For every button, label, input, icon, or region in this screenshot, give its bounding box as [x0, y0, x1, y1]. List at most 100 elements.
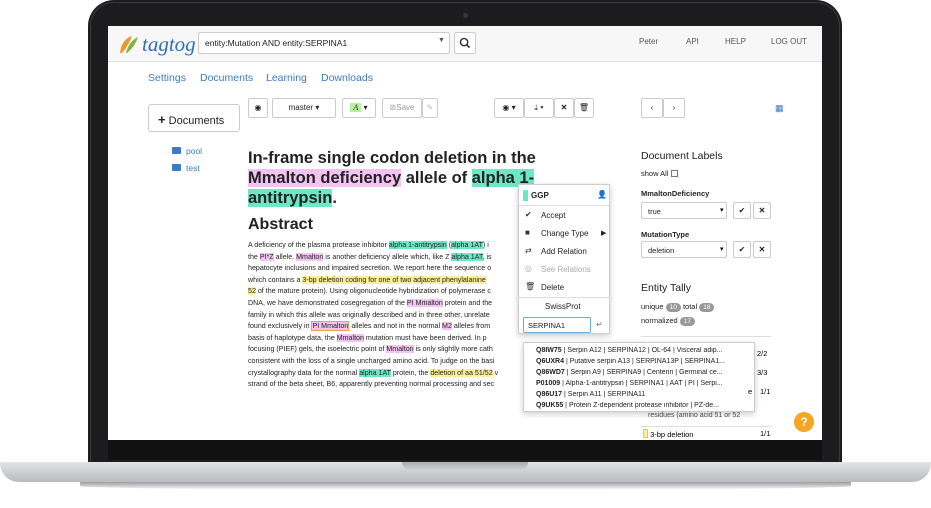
suggestion-description: | Alpha-1-antitrypsin | SERPINA1 | AAT |…	[560, 380, 723, 387]
show-all-label: show All	[641, 169, 669, 178]
unique-count-badge: 10	[665, 303, 681, 312]
entity-annotation[interactable]: Mmalton	[336, 333, 364, 342]
abstract-line: hepatocyte inclusions and impaired secre…	[248, 263, 548, 275]
globe-button[interactable]: ◉	[248, 98, 268, 118]
abstract-line: strand of the beta sheet, B6, apparently…	[248, 379, 548, 391]
download-icon: ⤓	[534, 103, 538, 112]
entity-annotation[interactable]: Mmalton	[296, 252, 324, 261]
menu-see-relations[interactable]: See Relations	[541, 265, 591, 274]
entity-annotation[interactable]: alpha 1AT	[359, 368, 391, 377]
entity-annotation[interactable]: deletion of aa 51/52	[430, 368, 493, 377]
edit-button[interactable]: ✎	[422, 98, 438, 118]
label-value-select[interactable]: deletion	[641, 241, 727, 258]
branch-label: master	[288, 103, 314, 112]
view-button[interactable]: ◉ ▾	[494, 98, 524, 118]
annotate-button[interactable]: A ▾	[342, 98, 376, 118]
check-icon: ✔	[738, 245, 746, 254]
abstract-line: the PI*Z allele. Mmalton is another defi…	[248, 252, 548, 264]
abstract-text: protein and the	[442, 298, 493, 307]
nav-downloads[interactable]: Downloads	[321, 72, 373, 84]
entity-annotation[interactable]: 52	[248, 287, 256, 296]
search-input[interactable]: entity:Mutation AND entity:SERPINA1	[198, 32, 450, 54]
label-value: deletion	[648, 246, 675, 255]
close-document-button[interactable]: ✕	[554, 98, 574, 118]
laptop-base-notch	[402, 462, 528, 470]
abstract-text: allele.	[273, 252, 297, 261]
chevron-right-icon: ›	[672, 103, 676, 112]
logo-text[interactable]: tagtog	[142, 32, 196, 57]
show-all-toggle[interactable]: show All	[641, 169, 678, 178]
abstract-text: ) i	[482, 241, 489, 249]
entity-annotation[interactable]: alpha 1AT	[451, 241, 483, 249]
user-link[interactable]: Peter	[639, 37, 658, 46]
abstract-line: A deficiency of the plasma protease inhi…	[248, 240, 548, 252]
suggestion-row[interactable]: Q9UK55 | Protein Z-dependent protease in…	[536, 402, 752, 409]
abstract-text: family in which this allele was original…	[248, 310, 490, 319]
save-button[interactable]: ⊘Save	[382, 98, 422, 118]
normalized-count-badge: 17	[679, 317, 696, 326]
lookup-input[interactable]: SERPINA1	[523, 317, 591, 333]
abstract-text: mutation must have been derived. In p	[363, 333, 487, 342]
tally-count: 2/2	[757, 349, 768, 358]
delete-document-button[interactable]: 🗑	[574, 98, 594, 118]
nav-settings[interactable]: Settings	[148, 72, 186, 84]
caret-down-icon: ▾	[720, 246, 724, 253]
suggestion-description: | Serpin A12 | SERPINA12 | OL-64 | Visce…	[561, 347, 723, 354]
help-bubble-button[interactable]: ?	[794, 412, 814, 432]
menu-change-type[interactable]: Change Type	[541, 229, 588, 238]
title-text: .	[332, 189, 337, 207]
enter-icon[interactable]: ↵	[596, 320, 603, 329]
entity-annotation[interactable]: alpha 1-antitrypsin	[388, 241, 447, 249]
label-value-select[interactable]: true	[641, 202, 727, 219]
logout-link[interactable]: LOG OUT	[771, 37, 807, 46]
entity-annotation[interactable]: 3-bp deletion coding for one of two adja…	[302, 275, 486, 284]
help-link[interactable]: HELP	[725, 37, 746, 46]
eye-icon: ◉	[502, 103, 510, 112]
entity-annotation[interactable]: Mmalton deficiency	[248, 169, 402, 187]
suggestion-row[interactable]: Q6UXR4 | Putative serpin A13 | SERPINA13…	[536, 358, 752, 365]
entity-annotation[interactable]: PI Mmalton	[406, 298, 443, 307]
suggestion-row[interactable]: Q86WD7 | Serpin A9 | SERPINA9 | Centerin…	[536, 369, 752, 376]
suggestion-row[interactable]: P01009 | Alpha-1-antitrypsin | SERPINA1 …	[536, 380, 752, 387]
label-accept-button[interactable]: ✔	[733, 202, 751, 219]
annotate-a-icon: A	[350, 103, 362, 112]
next-document-button[interactable]: ›	[663, 98, 685, 118]
abstract-line: which contains a 3-bp deletion coding fo…	[248, 275, 548, 287]
menu-accept[interactable]: Accept	[541, 211, 565, 220]
suggestion-description: | Protein Z-dependent protease inhibitor…	[563, 402, 720, 409]
plus-icon: +	[158, 112, 166, 127]
menu-add-relation[interactable]: Add Relation	[541, 247, 587, 256]
abstract-text: DNA, we have demonstrated cosegregation …	[248, 298, 407, 307]
label-remove-button[interactable]: ✕	[753, 202, 771, 219]
show-all-checkbox[interactable]	[670, 170, 678, 177]
api-link[interactable]: API	[686, 37, 699, 46]
folder-label: test	[186, 163, 200, 173]
abstract-line: focusing (PIEF) gels, the isoelectric po…	[248, 344, 548, 356]
search-caret-icon[interactable]: ▼	[438, 37, 445, 44]
branch-select[interactable]: master ▾	[272, 98, 336, 118]
label-remove-button[interactable]: ✕	[753, 241, 771, 258]
prev-document-button[interactable]: ‹	[641, 98, 663, 118]
abstract-text: found exclusively in	[248, 322, 312, 331]
folder-pool[interactable]: pool	[172, 146, 202, 156]
entity-annotation[interactable]: PI Mmalton	[311, 321, 350, 332]
nav-learning[interactable]: Learning	[266, 72, 307, 84]
entity-annotation[interactable]: M2	[442, 322, 452, 331]
entity-annotation[interactable]: Mmalton	[386, 345, 414, 354]
download-button[interactable]: ⤓ ▾	[524, 98, 554, 118]
documents-button[interactable]: + Documents	[148, 104, 240, 132]
abstract-line: 52 of the mature protein). Using oligonu…	[248, 286, 548, 298]
suggestion-row[interactable]: Q8IW75 | Serpin A12 | SERPINA12 | OL-64 …	[536, 347, 752, 354]
search-button[interactable]	[454, 32, 476, 54]
suggestion-id: Q8IW75	[536, 347, 562, 354]
suggestion-row[interactable]: Q86U17 | Serpin A11 | SERPINA11	[536, 391, 752, 398]
nav-documents[interactable]: Documents	[200, 72, 253, 84]
label-accept-button[interactable]: ✔	[733, 241, 751, 258]
folder-test[interactable]: test	[172, 163, 200, 173]
menu-delete[interactable]: Delete	[541, 283, 564, 292]
question-icon: ?	[800, 415, 808, 429]
folder-label: pool	[186, 146, 203, 156]
grid-icon[interactable]: ▦	[775, 103, 784, 114]
entity-annotation[interactable]: PI*Z	[259, 252, 274, 261]
entity-annotation[interactable]: alpha 1AT	[451, 252, 483, 261]
